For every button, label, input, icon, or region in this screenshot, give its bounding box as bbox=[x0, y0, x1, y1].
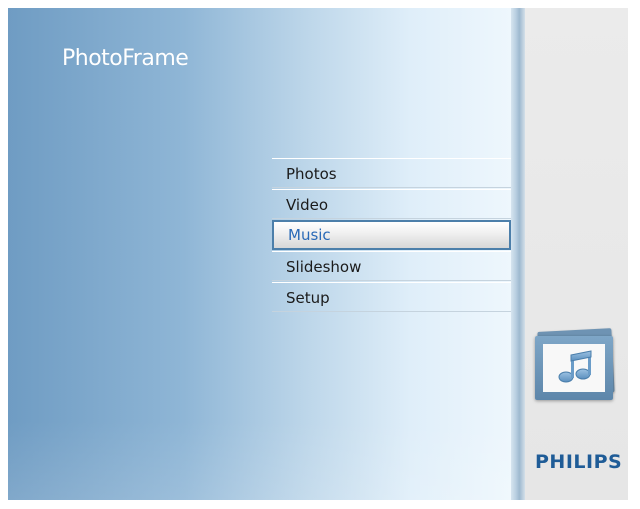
menu-item-video[interactable]: Video bbox=[272, 189, 511, 219]
main-menu: Photos Video Music Slideshow Setup bbox=[272, 158, 511, 312]
menu-item-setup[interactable]: Setup bbox=[272, 282, 511, 312]
divider-bar bbox=[511, 8, 525, 500]
music-notes-icon bbox=[558, 350, 592, 383]
music-tile bbox=[533, 328, 617, 402]
philips-logo: PHILIPS bbox=[535, 451, 623, 473]
menu-item-slideshow[interactable]: Slideshow bbox=[272, 251, 511, 281]
app-title: PhotoFrame bbox=[62, 46, 189, 71]
menu-item-label: Video bbox=[286, 196, 329, 214]
photoframe-screen: PhotoFrame Photos Video Music Slideshow … bbox=[8, 8, 628, 500]
menu-item-label: Setup bbox=[286, 289, 330, 307]
menu-item-label: Music bbox=[288, 226, 331, 244]
side-panel bbox=[525, 8, 628, 500]
menu-item-music[interactable]: Music bbox=[272, 220, 511, 250]
menu-item-label: Photos bbox=[286, 165, 337, 183]
menu-item-label: Slideshow bbox=[286, 258, 362, 276]
menu-item-photos[interactable]: Photos bbox=[272, 158, 511, 188]
